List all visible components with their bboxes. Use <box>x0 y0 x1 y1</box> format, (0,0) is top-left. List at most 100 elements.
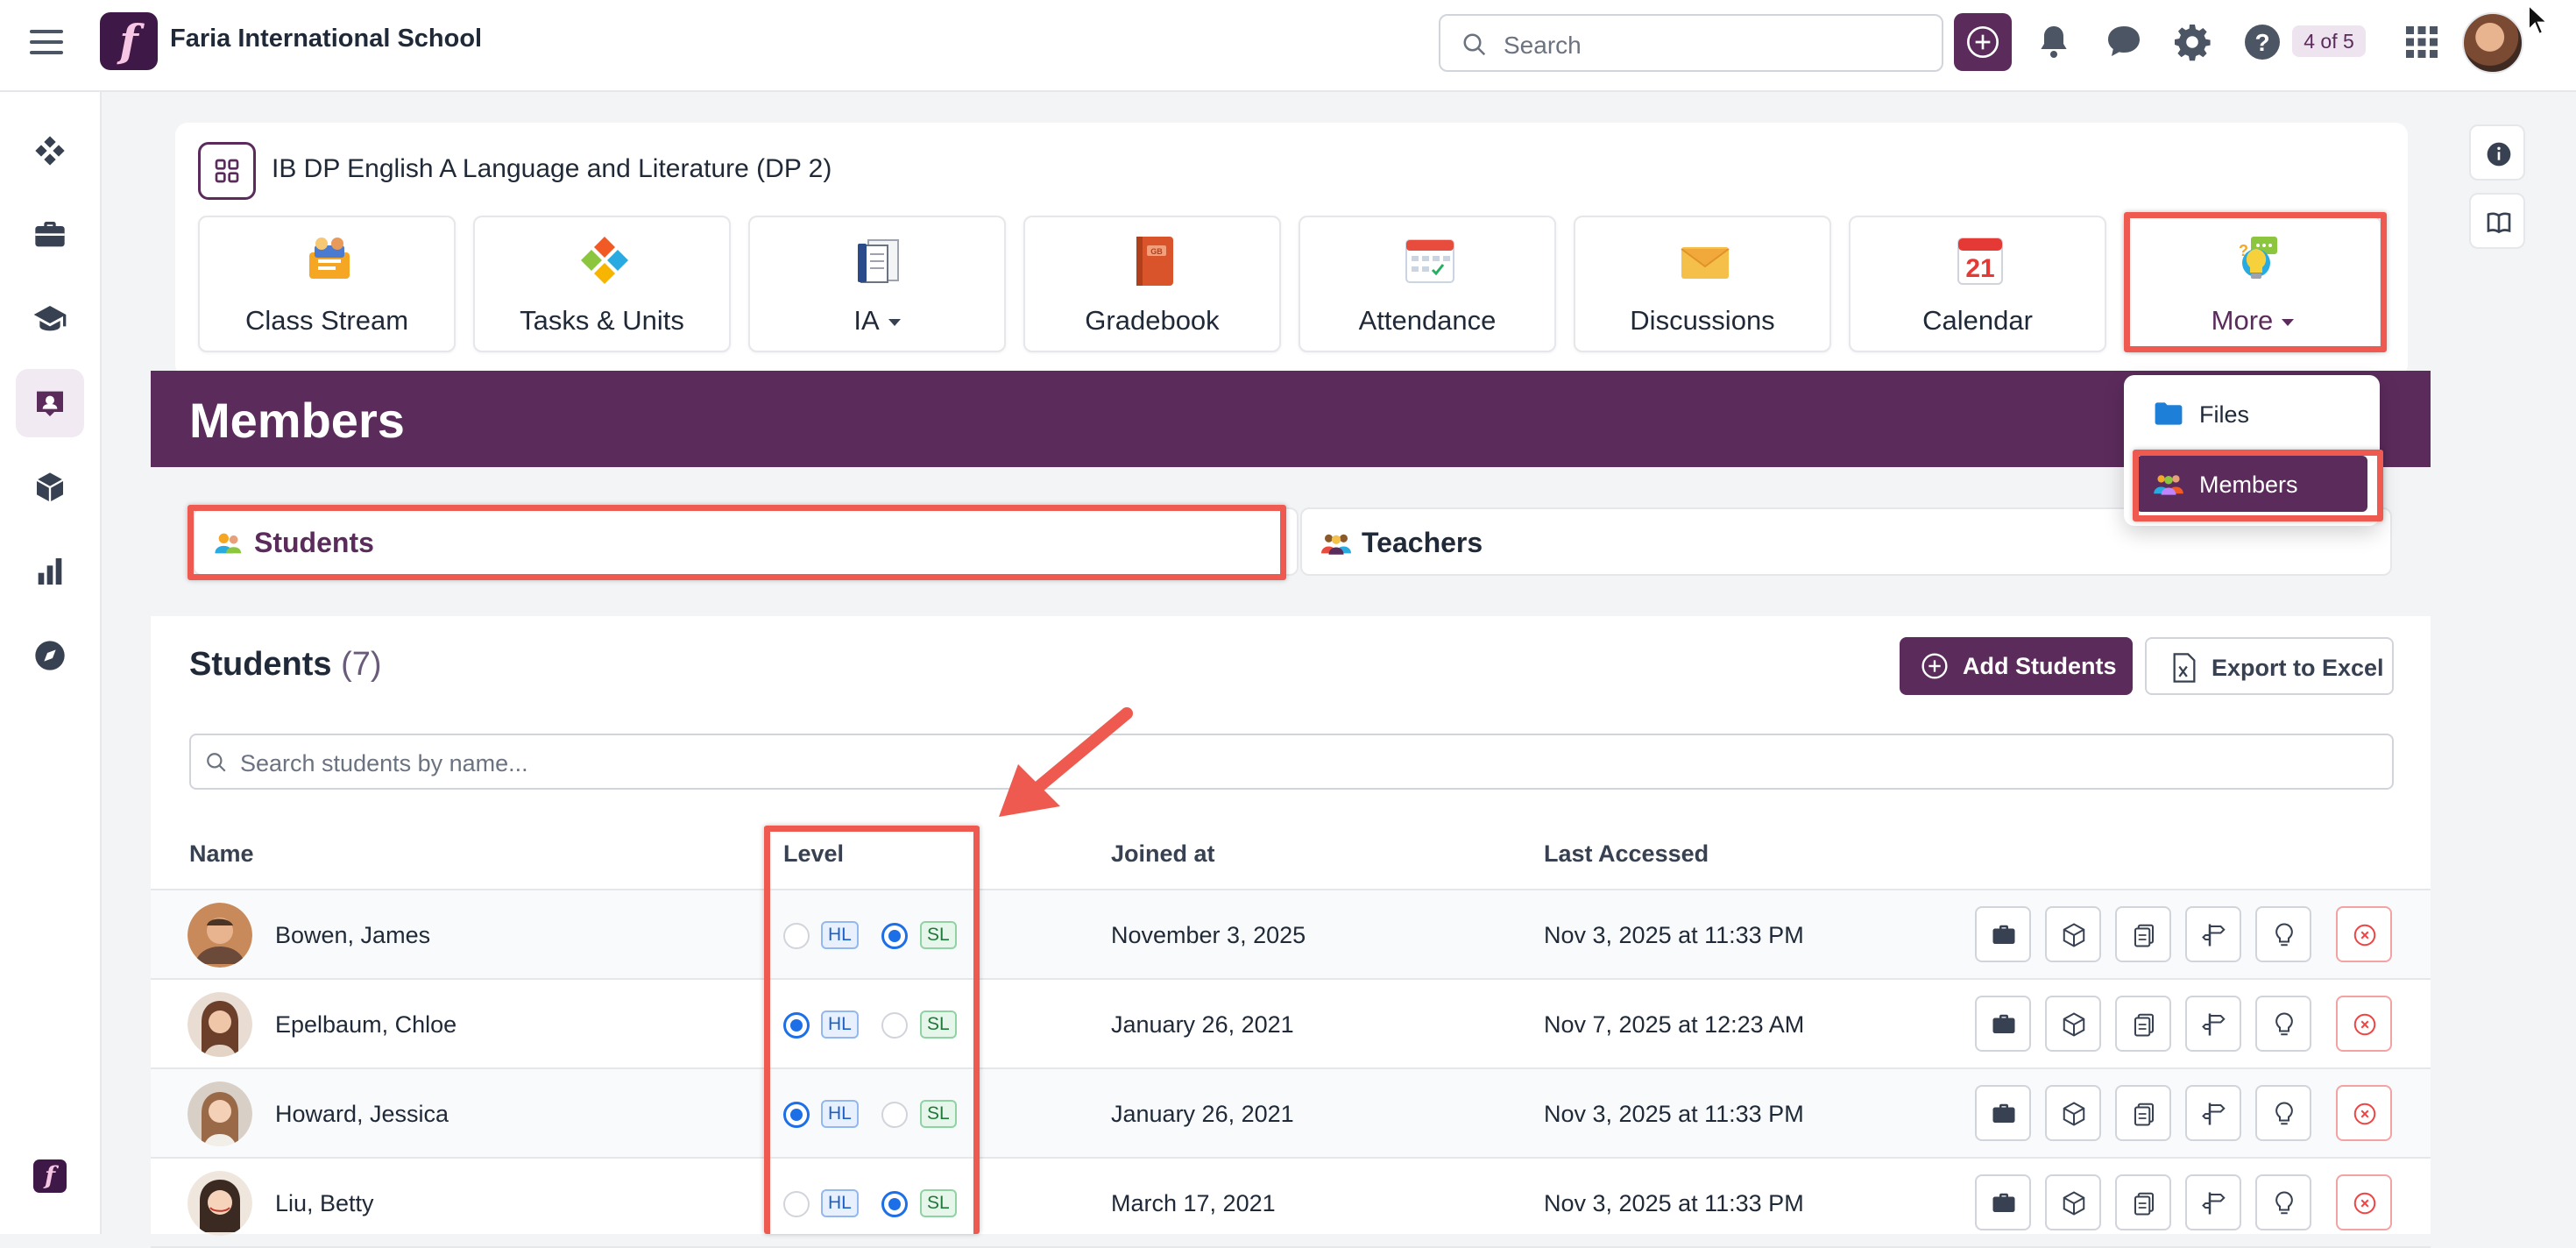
top-bar: f Faria International School Search ? 4 … <box>0 0 2576 92</box>
student-name[interactable]: Howard, Jessica <box>275 1101 449 1128</box>
sidebar-item-classes[interactable] <box>16 369 84 437</box>
svg-text:?: ? <box>2254 29 2269 56</box>
brand-logo-small[interactable]: f <box>33 1159 67 1193</box>
portfolio-button[interactable] <box>1975 906 2031 962</box>
help-progress-badge[interactable]: 4 of 5 <box>2292 25 2366 57</box>
table-row: Howard, Jessica HL SL January 26, 2021 N… <box>151 1069 2431 1159</box>
avatar <box>188 1171 252 1236</box>
highlight-level-column <box>764 826 980 1234</box>
apps-grid-icon[interactable] <box>2401 21 2443 63</box>
course-switcher-button[interactable] <box>198 142 256 200</box>
menu-icon[interactable] <box>30 30 63 58</box>
cube-icon <box>36 472 64 502</box>
grid-icon <box>215 159 239 183</box>
pathways-button[interactable] <box>2185 996 2241 1052</box>
documents-button[interactable] <box>2115 996 2171 1052</box>
tile-tasks-units[interactable]: Tasks & Units <box>473 216 731 352</box>
more-menu-item-files[interactable]: Files <box>2136 386 2367 442</box>
signpost-icon <box>2202 1192 2226 1215</box>
portfolio-button[interactable] <box>1975 996 2031 1052</box>
remove-student-button[interactable] <box>2336 1085 2392 1141</box>
ideas-button[interactable] <box>2255 1085 2311 1141</box>
pathways-button[interactable] <box>2185 1174 2241 1230</box>
page-title: Members <box>189 393 405 448</box>
school-name[interactable]: Faria International School <box>170 25 482 53</box>
tab-label: Teachers <box>1362 527 1483 558</box>
export-excel-button[interactable]: Export to Excel <box>2145 637 2394 695</box>
portfolio-button[interactable] <box>1975 1174 2031 1230</box>
chat-icon[interactable] <box>2103 21 2145 63</box>
units-button[interactable] <box>2045 996 2101 1052</box>
pathways-button[interactable] <box>2185 1085 2241 1141</box>
joined-date: March 17, 2021 <box>1111 1190 1276 1216</box>
students-panel: Students (7) Add Students Export to Exce… <box>151 616 2431 1248</box>
units-button[interactable] <box>2045 1085 2101 1141</box>
tile-label: Gradebook <box>1085 305 1220 336</box>
sidebar-item-reports[interactable] <box>16 537 84 606</box>
tile-ia[interactable]: IA <box>748 216 1006 352</box>
tile-discussions[interactable]: Discussions <box>1574 216 1831 352</box>
joined-date: January 26, 2021 <box>1111 1101 1294 1127</box>
documents-button[interactable] <box>2115 1085 2171 1141</box>
ideas-button[interactable] <box>2255 996 2311 1052</box>
briefcase-icon <box>35 222 65 247</box>
chevron-down-icon <box>888 318 901 326</box>
compass-icon <box>35 641 65 670</box>
student-search-input[interactable]: Search students by name... <box>189 734 2394 790</box>
dashboard-icon <box>35 136 65 166</box>
user-avatar[interactable] <box>2462 12 2523 74</box>
tile-calendar[interactable]: 21 Calendar <box>1849 216 2106 352</box>
tile-label: IA <box>750 305 1004 337</box>
portfolio-button[interactable] <box>1975 1085 2031 1141</box>
excel-file-icon <box>2173 653 2196 683</box>
global-search-input[interactable]: Search <box>1439 14 1943 72</box>
sidebar-item-explore[interactable] <box>16 621 84 690</box>
tile-attendance[interactable]: Attendance <box>1299 216 1556 352</box>
pathways-button[interactable] <box>2185 906 2241 962</box>
documents-button[interactable] <box>2115 1174 2171 1230</box>
school-logo[interactable]: f <box>100 12 158 70</box>
sidebar-item-units[interactable] <box>16 453 84 521</box>
sidebar-item-academics[interactable] <box>16 285 84 353</box>
copy-icon <box>2134 1103 2154 1126</box>
class-stream-icon <box>309 238 350 279</box>
create-button[interactable] <box>1954 13 2012 71</box>
sidebar-item-dashboard[interactable] <box>16 117 84 185</box>
bell-icon[interactable] <box>2033 21 2075 63</box>
column-header-joined[interactable]: Joined at <box>1111 840 1215 868</box>
guide-button[interactable] <box>2469 193 2525 249</box>
graduation-cap-icon <box>33 306 67 331</box>
documents-button[interactable] <box>2115 906 2171 962</box>
add-students-button[interactable]: Add Students <box>1900 637 2133 695</box>
search-placeholder: Search <box>1504 32 1582 59</box>
teachers-icon <box>1321 534 1351 555</box>
tile-label: Attendance <box>1358 305 1497 336</box>
units-button[interactable] <box>2045 1174 2101 1230</box>
signpost-icon <box>2202 1103 2226 1125</box>
lightbulb-icon <box>2275 1102 2293 1125</box>
more-menu-label: Files <box>2199 401 2250 428</box>
remove-student-button[interactable] <box>2336 1174 2392 1230</box>
signpost-icon <box>2202 1013 2226 1036</box>
ideas-button[interactable] <box>2255 906 2311 962</box>
help-icon[interactable]: ? <box>2241 21 2283 63</box>
table-row: Bowen, James HL SL November 3, 2025 Nov … <box>151 890 2431 980</box>
column-header-name[interactable]: Name <box>189 840 254 868</box>
remove-student-button[interactable] <box>2336 906 2392 962</box>
remove-student-button[interactable] <box>2336 996 2392 1052</box>
tile-class-stream[interactable]: Class Stream <box>198 216 456 352</box>
student-name[interactable]: Liu, Betty <box>275 1190 374 1217</box>
ideas-button[interactable] <box>2255 1174 2311 1230</box>
units-button[interactable] <box>2045 906 2101 962</box>
cube-icon <box>2063 1191 2085 1216</box>
column-header-last-accessed[interactable]: Last Accessed <box>1544 840 1709 868</box>
sidebar-item-portfolio[interactable] <box>16 201 84 269</box>
joined-date: January 26, 2021 <box>1111 1011 1294 1038</box>
tile-gradebook[interactable]: GB Gradebook <box>1023 216 1281 352</box>
student-name[interactable]: Bowen, James <box>275 922 430 949</box>
avatar <box>188 992 252 1057</box>
student-name[interactable]: Epelbaum, Chloe <box>275 1011 456 1039</box>
gear-icon[interactable] <box>2171 21 2213 63</box>
info-button[interactable] <box>2469 124 2525 181</box>
avatar <box>188 903 252 968</box>
